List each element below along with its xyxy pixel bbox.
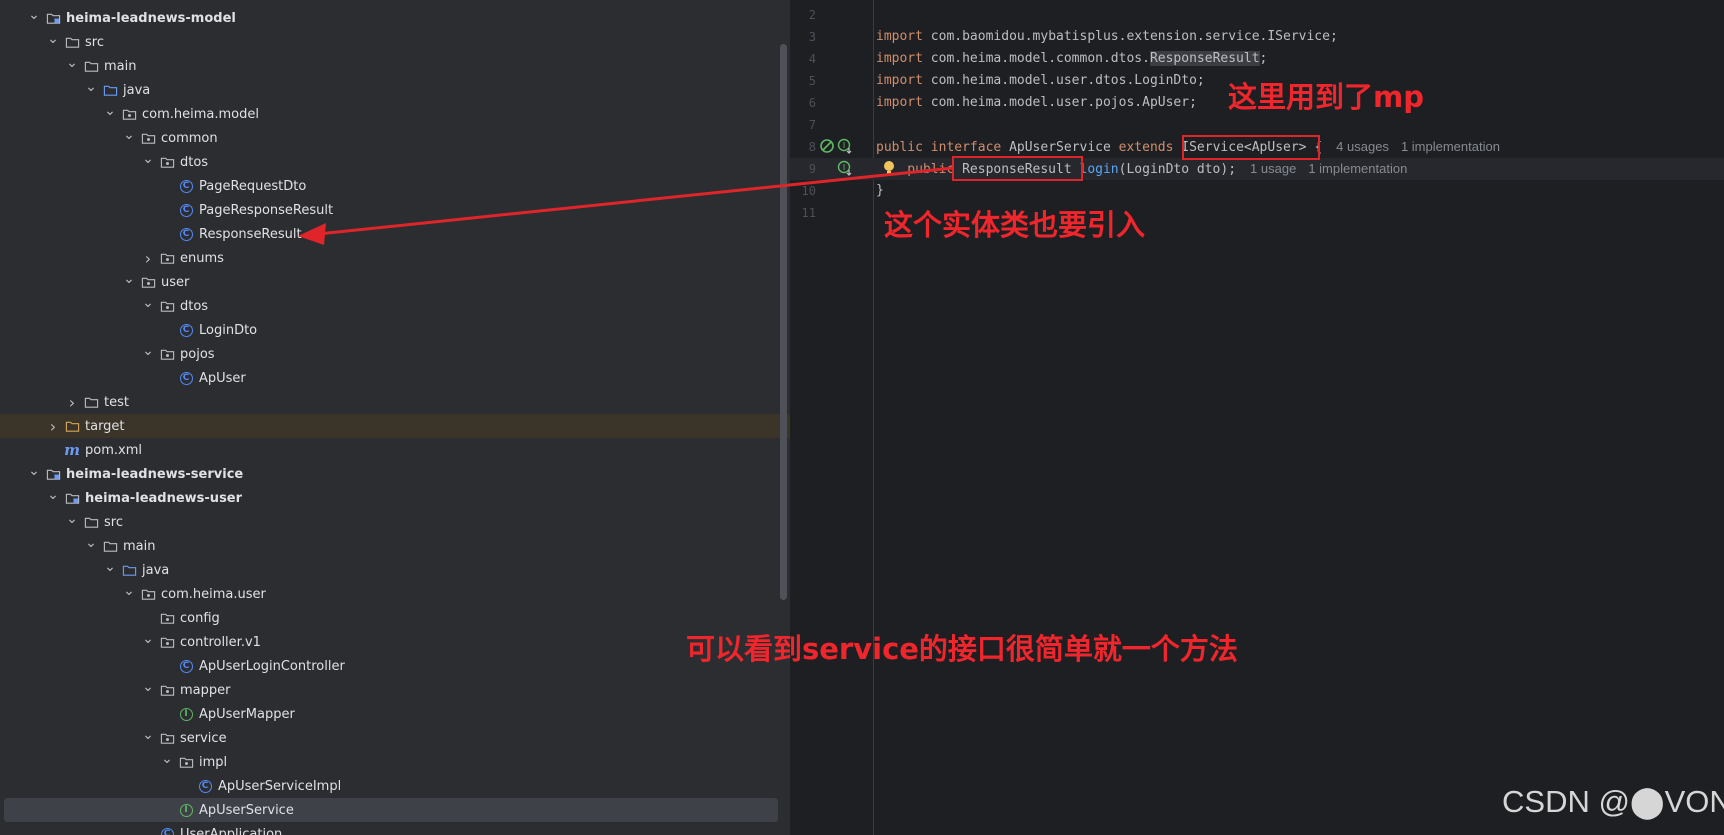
mp-annotation: 这里用到了mp [1228,80,1424,114]
entity-annotation: 这个实体类也要引入 [884,208,1146,242]
annotation-arrow [298,166,954,245]
summary-annotation: 可以看到service的接口很简单就一个方法 [686,632,1238,666]
watermark: CSDN @⬤VON [1502,784,1724,819]
